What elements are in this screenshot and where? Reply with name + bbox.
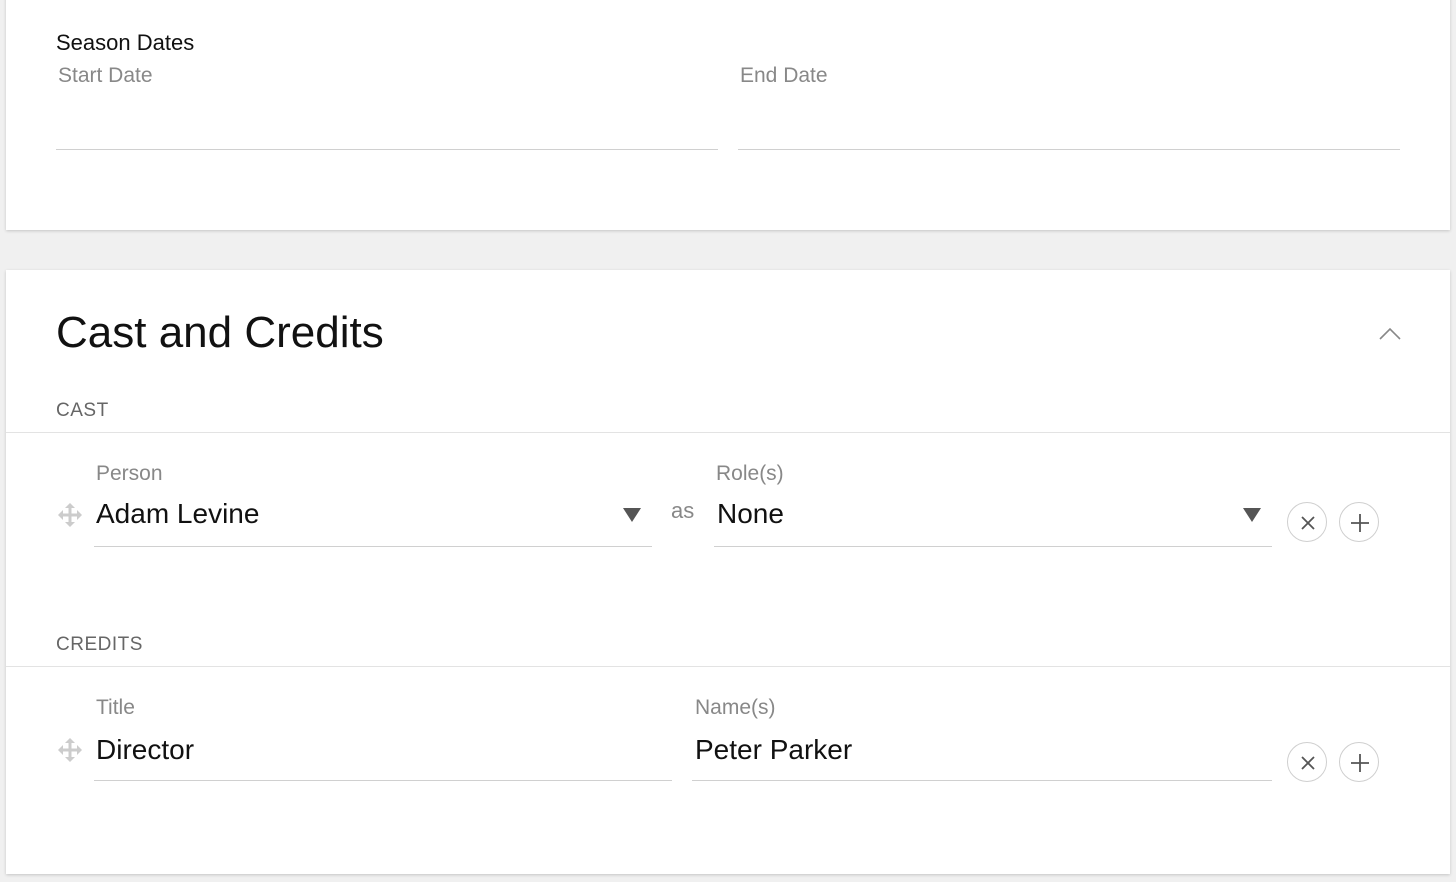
- person-label: Person: [96, 462, 163, 485]
- drag-handle-icon[interactable]: [58, 503, 82, 527]
- cast-heading: CAST: [56, 400, 109, 421]
- add-cast-button[interactable]: [1339, 502, 1379, 542]
- credits-heading: CREDITS: [56, 634, 143, 655]
- names-input[interactable]: Peter Parker: [695, 734, 852, 766]
- end-date-input[interactable]: [738, 96, 1400, 144]
- person-underline: [94, 546, 652, 547]
- start-date-input[interactable]: [56, 96, 718, 144]
- names-label: Name(s): [695, 696, 776, 719]
- title-label: Title: [96, 696, 135, 719]
- end-date-underline: [738, 149, 1400, 150]
- cast-divider: [6, 432, 1450, 433]
- roles-underline: [714, 546, 1272, 547]
- start-date-underline: [56, 149, 718, 150]
- title-input[interactable]: Director: [96, 734, 194, 766]
- roles-label: Role(s): [716, 462, 784, 485]
- roles-select[interactable]: None: [717, 498, 784, 530]
- drag-handle-icon[interactable]: [58, 738, 82, 762]
- close-icon: [1301, 756, 1315, 770]
- cast-credits-card: Cast and Credits CAST Person Adam Levine: [6, 270, 1450, 874]
- add-credit-button[interactable]: [1339, 742, 1379, 782]
- roles-dropdown-arrow-icon[interactable]: [1243, 508, 1261, 522]
- remove-credit-button[interactable]: [1287, 742, 1327, 782]
- as-connector: as: [671, 498, 695, 523]
- season-dates-heading: Season Dates: [56, 30, 195, 55]
- names-underline: [692, 780, 1272, 781]
- chevron-up-icon[interactable]: [1378, 326, 1402, 342]
- plus-icon: [1351, 514, 1369, 532]
- person-dropdown-arrow-icon[interactable]: [623, 508, 641, 522]
- remove-cast-button[interactable]: [1287, 502, 1327, 542]
- season-dates-card: Season Dates Start Date End Date: [6, 0, 1450, 230]
- title-underline: [94, 780, 672, 781]
- cast-credits-title: Cast and Credits: [56, 308, 384, 357]
- credits-divider: [6, 666, 1450, 667]
- person-select[interactable]: Adam Levine: [96, 498, 259, 530]
- close-icon: [1301, 516, 1315, 530]
- start-date-label: Start Date: [58, 64, 153, 87]
- end-date-label: End Date: [740, 64, 828, 87]
- plus-icon: [1351, 754, 1369, 772]
